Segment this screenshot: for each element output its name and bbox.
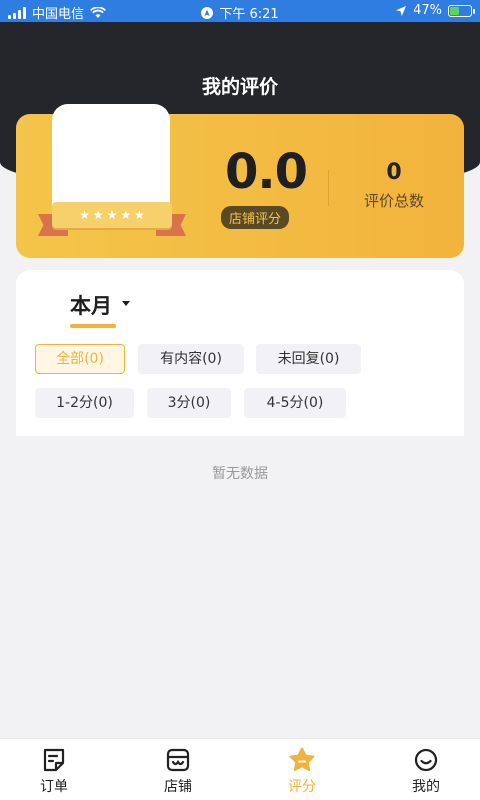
star-icon: ★ bbox=[120, 208, 132, 222]
rating-ribbon: ★ ★ ★ ★ ★ bbox=[38, 202, 186, 238]
status-bar: 中国电信 下午 6:21 47% bbox=[0, 0, 480, 22]
tab-profile[interactable]: 我的 bbox=[396, 747, 456, 796]
filter-chip-all[interactable]: 全部(0) bbox=[35, 344, 125, 374]
tab-label-orders: 订单 bbox=[40, 779, 68, 795]
store-icon bbox=[166, 748, 190, 772]
star-icon: ★ bbox=[92, 208, 104, 222]
profile-icon bbox=[414, 748, 438, 772]
status-right: 47% bbox=[395, 3, 475, 18]
page-title: 我的评价 bbox=[201, 76, 278, 98]
filter-chip-3[interactable]: 3分(0) bbox=[147, 388, 231, 418]
review-total: 0 bbox=[386, 160, 402, 185]
tab-label-profile: 我的 bbox=[412, 779, 440, 795]
period-underline bbox=[70, 324, 116, 328]
star-rating: ★ ★ ★ ★ ★ bbox=[52, 202, 172, 228]
tab-rating[interactable]: 评分 bbox=[272, 747, 332, 796]
tab-label-rating: 评分 bbox=[288, 779, 316, 795]
period-selector[interactable]: 本月 bbox=[70, 290, 112, 320]
battery-icon bbox=[448, 4, 475, 17]
star-icon: ★ bbox=[134, 208, 145, 222]
battery-percent: 47% bbox=[413, 3, 442, 18]
caret-down-icon[interactable] bbox=[122, 301, 130, 306]
rating-icon bbox=[289, 747, 315, 771]
tab-bar: 订单 店铺 评分 我的 bbox=[0, 738, 480, 800]
tab-store[interactable]: 店铺 bbox=[148, 747, 208, 796]
order-icon bbox=[43, 748, 65, 772]
filter-panel: 本月 全部(0) 有内容(0) 未回复(0) 1-2分(0) 3分(0) 4-5… bbox=[16, 270, 464, 436]
location-arrow-icon bbox=[396, 5, 407, 16]
tab-orders[interactable]: 订单 bbox=[24, 747, 84, 796]
filter-chip-1-2[interactable]: 1-2分(0) bbox=[35, 388, 134, 418]
clock: 下午 6:21 bbox=[219, 7, 279, 22]
location-circle-icon bbox=[201, 6, 214, 19]
filter-chip-with-content[interactable]: 有内容(0) bbox=[138, 344, 244, 374]
battery-level bbox=[450, 6, 459, 15]
shop-score: 0.0 bbox=[224, 144, 308, 200]
card-divider bbox=[328, 170, 329, 206]
filter-chip-4-5[interactable]: 4-5分(0) bbox=[244, 388, 346, 418]
filter-chip-unreplied[interactable]: 未回复(0) bbox=[256, 344, 361, 374]
star-icon: ★ bbox=[106, 208, 118, 222]
review-total-label: 评价总数 bbox=[363, 192, 424, 210]
shop-score-label: 店铺评分 bbox=[221, 206, 290, 229]
star-icon: ★ bbox=[79, 208, 90, 222]
tab-label-store: 店铺 bbox=[164, 779, 192, 795]
score-card: ★ ★ ★ ★ ★ 0.0 店铺评分 0 评价总数 bbox=[16, 104, 464, 258]
empty-state: 暂无数据 bbox=[212, 466, 268, 482]
